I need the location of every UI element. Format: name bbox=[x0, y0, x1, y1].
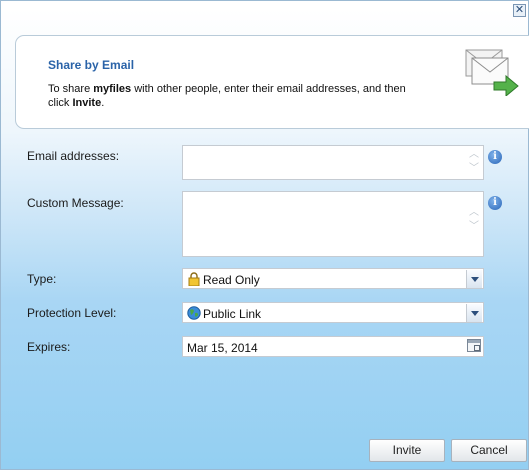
chevron-down-icon[interactable] bbox=[466, 270, 482, 288]
titlebar: ✕ bbox=[1, 1, 528, 21]
lock-icon bbox=[188, 272, 200, 286]
chevron-down-icon[interactable] bbox=[466, 304, 482, 322]
protection-value: Public Link bbox=[203, 307, 262, 321]
header-panel: Share by Email To share myfiles with oth… bbox=[15, 35, 529, 129]
expires-label: Expires: bbox=[27, 340, 71, 354]
scroll-down-icon: ﹀ bbox=[469, 221, 479, 232]
info-icon[interactable]: i bbox=[488, 150, 502, 164]
type-select[interactable]: Read Only bbox=[182, 268, 484, 289]
expires-value: Mar 15, 2014 bbox=[187, 341, 258, 355]
cancel-button[interactable]: Cancel bbox=[451, 439, 527, 462]
info-icon[interactable]: i bbox=[488, 196, 502, 210]
protection-label: Protection Level: bbox=[27, 306, 117, 320]
expires-date-field[interactable]: Mar 15, 2014 bbox=[182, 336, 484, 357]
calendar-icon[interactable] bbox=[467, 339, 481, 352]
share-dialog: ✕ Share by Email To share myfiles with o… bbox=[0, 0, 529, 470]
close-button[interactable]: ✕ bbox=[513, 4, 526, 17]
message-label: Custom Message: bbox=[27, 196, 124, 210]
close-icon: ✕ bbox=[514, 4, 525, 16]
dialog-description: To share myfiles with other people, ente… bbox=[48, 83, 406, 109]
message-scroll[interactable]: ︿ ﹀ bbox=[468, 206, 480, 234]
scroll-down-icon: ﹀ bbox=[469, 163, 479, 174]
scroll-up-icon: ︿ bbox=[469, 149, 479, 160]
email-label: Email addresses: bbox=[27, 149, 120, 163]
type-value: Read Only bbox=[203, 273, 260, 287]
scroll-up-icon: ︿ bbox=[469, 207, 479, 218]
dialog-title: Share by Email bbox=[48, 58, 135, 72]
custom-message-field[interactable]: ︿ ﹀ bbox=[182, 191, 484, 257]
email-field[interactable]: ︿ ﹀ bbox=[182, 145, 484, 180]
envelope-icon bbox=[465, 49, 519, 96]
invite-button[interactable]: Invite bbox=[369, 439, 445, 462]
protection-select[interactable]: Public Link bbox=[182, 302, 484, 323]
globe-icon bbox=[187, 306, 201, 320]
email-scroll[interactable]: ︿ ﹀ bbox=[468, 148, 480, 176]
type-label: Type: bbox=[27, 272, 57, 286]
